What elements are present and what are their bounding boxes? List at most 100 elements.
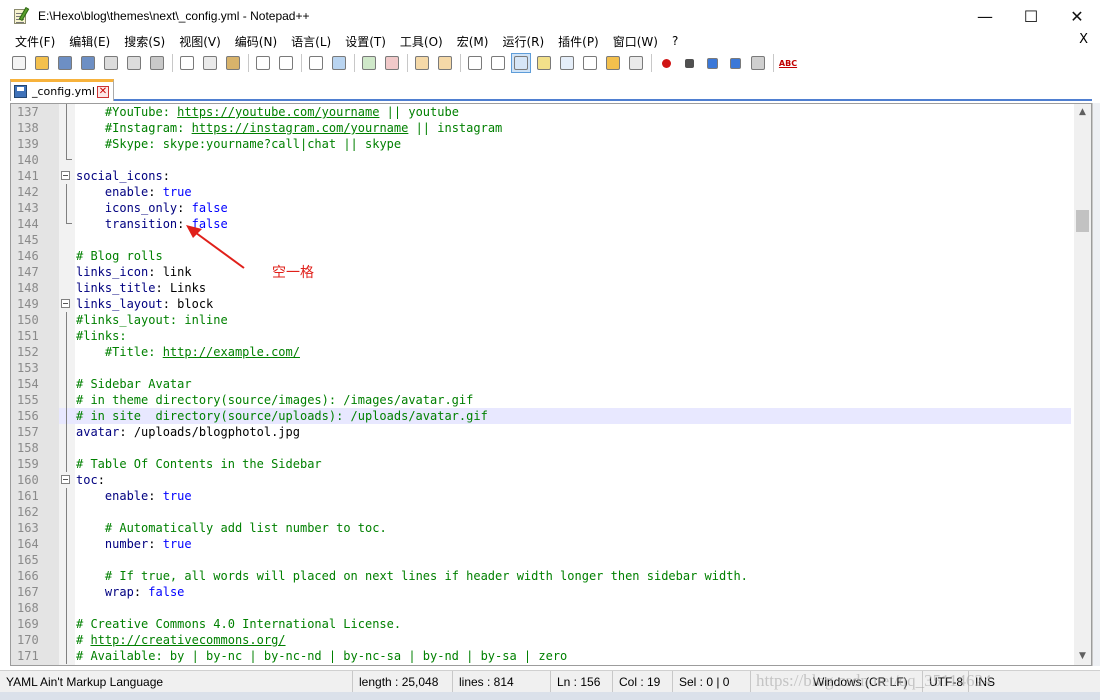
cut-icon[interactable] [178,54,196,72]
code-line[interactable]: 164 number: true [11,536,1071,552]
scroll-thumb[interactable] [1076,210,1089,232]
menu-item[interactable]: 编辑(E) [62,33,117,50]
code-line[interactable]: 139 #Skype: skype:yourname?call|chat || … [11,136,1071,152]
code-line[interactable]: 150 #links_layout: inline [11,312,1071,328]
code-line[interactable]: 154 # Sidebar Avatar [11,376,1071,392]
code-line[interactable]: 140 [11,152,1071,168]
function-list-icon[interactable] [581,54,599,72]
line-number: 152 [11,344,59,360]
code-line[interactable]: 153 [11,360,1071,376]
zoom-out-icon[interactable] [383,54,401,72]
code-line[interactable]: 167 wrap: false [11,584,1071,600]
new-file-icon[interactable] [10,54,28,72]
monitor-icon[interactable] [627,54,645,72]
play-macro-icon[interactable] [703,54,721,72]
code-line[interactable]: 147 links_icon: link [11,264,1071,280]
menu-item[interactable]: 工具(O) [393,33,450,50]
toolbar-separator [773,54,774,72]
doc-map-icon-glyph [560,56,574,70]
scroll-up-icon[interactable]: ▲ [1074,104,1091,121]
undo-icon[interactable] [254,54,272,72]
word-wrap-icon[interactable] [466,54,484,72]
code-line[interactable]: 165 [11,552,1071,568]
zoom-in-icon[interactable] [360,54,378,72]
code-line[interactable]: 159 # Table Of Contents in the Sidebar [11,456,1071,472]
sync-vertical-icon[interactable] [413,54,431,72]
close-document-button[interactable]: X [1079,32,1088,47]
code-line[interactable]: 168 [11,600,1071,616]
menu-item[interactable]: 搜索(S) [117,33,172,50]
code-line[interactable]: 162 [11,504,1071,520]
folder-workspace-icon[interactable] [604,54,622,72]
code-line[interactable]: 141 social_icons: [11,168,1071,184]
replace-icon[interactable] [330,54,348,72]
menu-item[interactable]: 宏(M) [450,33,496,50]
menu-item[interactable]: 窗口(W) [606,33,665,50]
fold-toggle-icon[interactable] [61,171,70,180]
code-line[interactable]: 142 enable: true [11,184,1071,200]
fold-line-marker [66,504,67,520]
code-line[interactable]: 156 # in site directory(source/uploads): … [11,408,1071,424]
code-line[interactable]: 138 #Instagram: https://instagram.com/yo… [11,120,1071,136]
indent-guide-icon[interactable] [511,53,531,73]
fold-line-marker [66,200,67,216]
menu-item[interactable]: 运行(R) [495,33,551,50]
menu-item[interactable]: 编码(N) [228,33,284,50]
print-icon[interactable] [148,54,166,72]
menu-item[interactable]: ? [665,34,685,48]
minimize-button[interactable]: — [962,0,1008,32]
menu-item[interactable]: 文件(F) [8,33,62,50]
code-line[interactable]: 143 icons_only: false [11,200,1071,216]
menu-item[interactable]: 插件(P) [551,33,606,50]
fold-toggle-icon[interactable] [61,299,70,308]
save-icon[interactable] [56,54,74,72]
code-line[interactable]: 146 # Blog rolls [11,248,1071,264]
code-line[interactable]: 137 #YouTube: https://youtube.com/yourna… [11,104,1071,120]
run-macro-icon[interactable] [726,54,744,72]
print-icon-glyph [150,56,164,70]
fold-toggle-icon[interactable] [61,475,70,484]
tab-close-icon[interactable]: ✕ [96,85,109,98]
code-line[interactable]: 166 # If true, all words will placed on … [11,568,1071,584]
tab-config-yml[interactable]: _config.yml ✕ [10,79,114,101]
code-line[interactable]: 152 #Title: http://example.com/ [11,344,1071,360]
udl-icon[interactable] [535,54,553,72]
show-all-chars-icon[interactable] [489,54,507,72]
maximize-button[interactable]: ☐ [1008,0,1054,32]
code-line[interactable]: 170 # http://creativecommons.org/ [11,632,1071,648]
scroll-down-icon[interactable]: ▼ [1074,648,1091,665]
code-line[interactable]: 171 # Available: by | by-nc | by-nc-nd | … [11,648,1071,664]
record-macro-icon[interactable] [657,54,675,72]
code-line[interactable]: 144 transition: false [11,216,1071,232]
code-line[interactable]: 149 links_layout: block [11,296,1071,312]
code-line[interactable]: 161 enable: true [11,488,1071,504]
code-line[interactable]: 163 # Automatically add list number to t… [11,520,1071,536]
code-line[interactable]: 151 #links: [11,328,1071,344]
menu-item[interactable]: 设置(T) [338,33,393,50]
code-line[interactable]: 145 [11,232,1071,248]
doc-map-icon[interactable] [558,54,576,72]
close-all-icon[interactable] [125,54,143,72]
editor-area[interactable]: 137 #YouTube: https://youtube.com/yourna… [10,103,1092,666]
code-line[interactable]: 169 # Creative Commons 4.0 International … [11,616,1071,632]
code-line[interactable]: 158 [11,440,1071,456]
code-line[interactable]: 155 # in theme directory(source/images): … [11,392,1071,408]
paste-icon[interactable] [224,54,242,72]
menu-item[interactable]: 语言(L) [284,33,338,50]
stop-macro-icon[interactable] [680,54,698,72]
copy-icon[interactable] [201,54,219,72]
code-line[interactable]: 160 toc: [11,472,1071,488]
code-line[interactable]: 157 avatar: /uploads/blogphotol.jpg [11,424,1071,440]
save-macro-icon[interactable] [749,54,767,72]
spell-check-icon[interactable]: ABC [779,54,797,72]
menu-item[interactable]: 视图(V) [172,33,228,50]
close-icon[interactable] [102,54,120,72]
vertical-scrollbar[interactable]: ▲ ▼ [1074,104,1091,665]
save-all-icon[interactable] [79,54,97,72]
find-icon[interactable] [307,54,325,72]
open-file-icon[interactable] [33,54,51,72]
redo-icon[interactable] [277,54,295,72]
close-button[interactable]: ✕ [1054,0,1100,32]
sync-horizontal-icon[interactable] [436,54,454,72]
code-line[interactable]: 148 links_title: Links [11,280,1071,296]
